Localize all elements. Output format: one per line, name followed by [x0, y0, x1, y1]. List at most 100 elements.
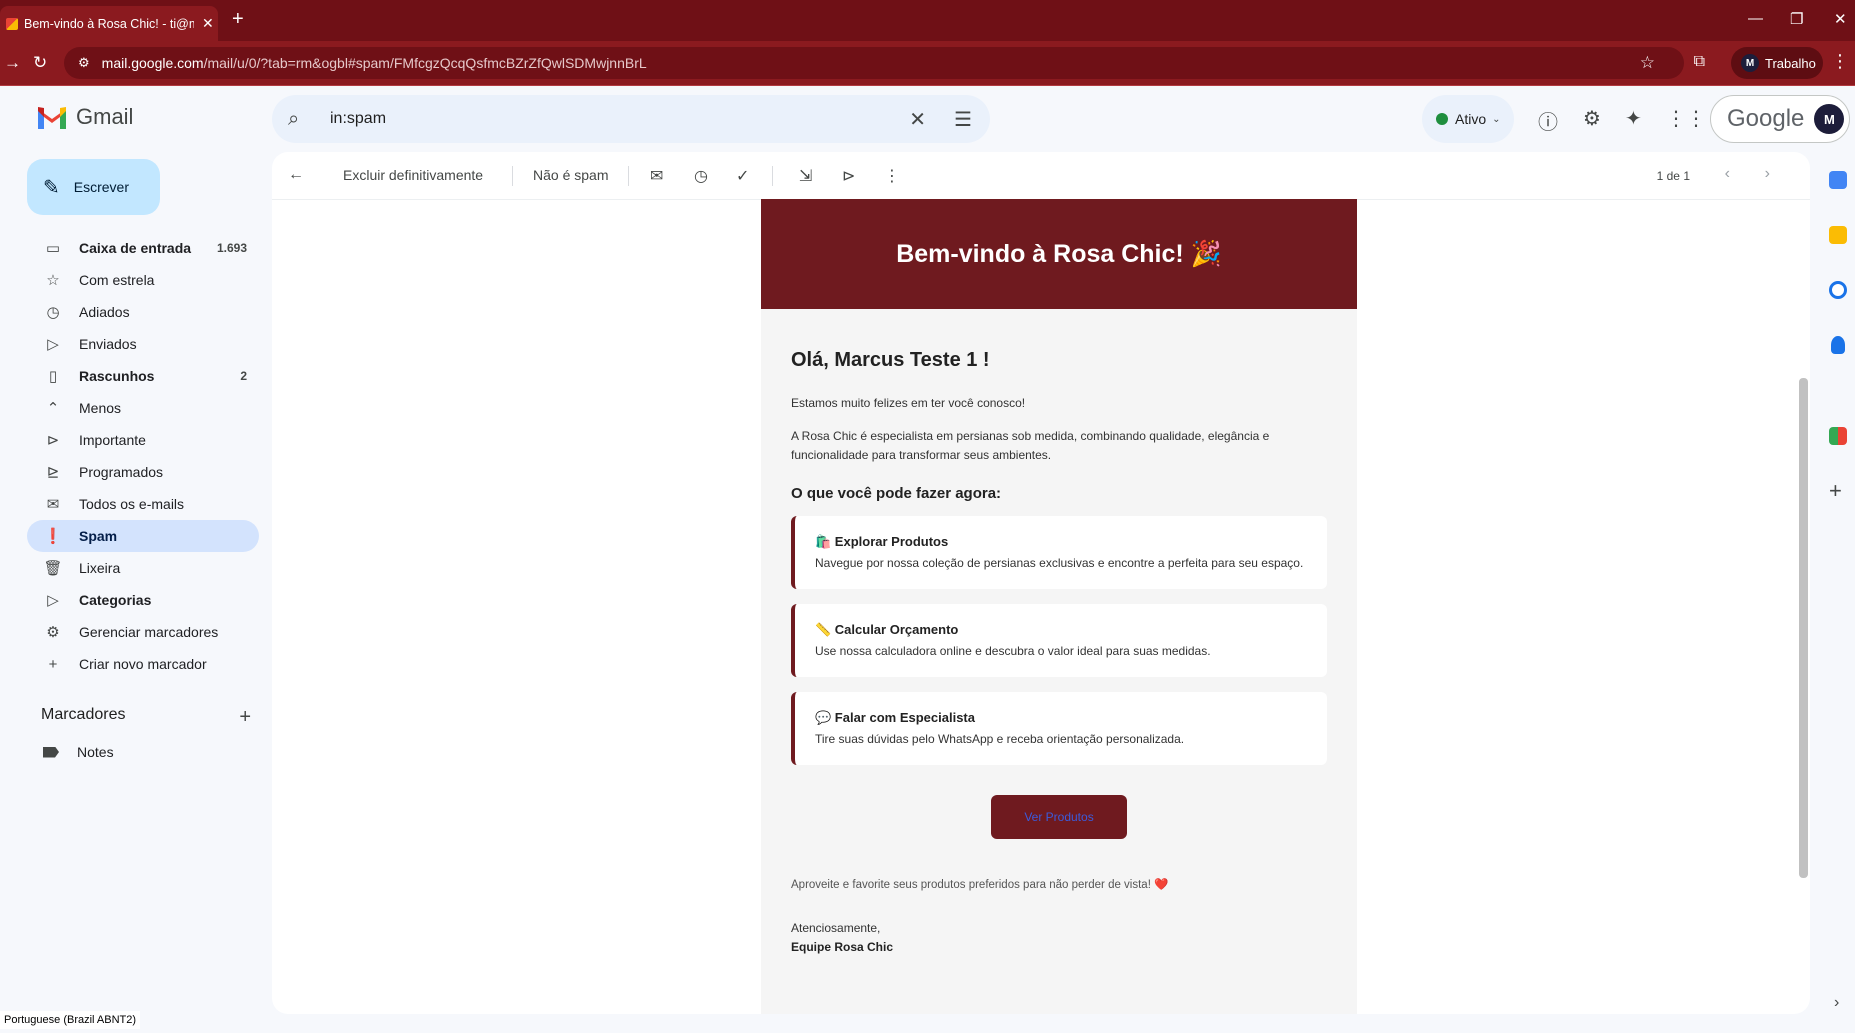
sidebar-item-label: Importante [79, 432, 146, 448]
back-arrow-icon[interactable]: ← [288, 166, 304, 184]
signoff: Atenciosamente, [791, 921, 881, 935]
search-icon[interactable]: ⌕ [288, 108, 312, 131]
email-hero-title: Bem-vindo à Rosa Chic! 🎉 [761, 199, 1357, 309]
sidebar-item-star[interactable]: ☆ Com estrela [27, 264, 259, 296]
bookmark-star-icon[interactable]: ☆ [1640, 53, 1655, 73]
email-about: A Rosa Chic é especialista em persianas … [791, 429, 1270, 462]
label-as-icon[interactable]: ⊳ [842, 166, 855, 186]
sidebar-item-plus[interactable]: + Criar novo marcador [27, 648, 259, 680]
compose-button[interactable]: ✎ Escrever [27, 159, 160, 215]
tab-close-icon[interactable]: ✕ [202, 15, 214, 32]
labels-title: Marcadores [41, 706, 126, 723]
delete-forever-button[interactable]: Excluir definitivamente [343, 167, 483, 183]
url-field[interactable]: ⚙ mail.google.com/mail/u/0/?tab=rm&ogbl#… [64, 47, 1684, 79]
email-intro: Estamos muito felizes em ter você conosc… [791, 396, 1026, 410]
clock-icon: ◷ [46, 304, 60, 321]
sidebar-item-important[interactable]: ⊳ Importante [27, 424, 259, 456]
get-addons-icon[interactable]: + [1829, 478, 1842, 504]
older-chevron-icon[interactable]: › [1765, 165, 1770, 183]
minimize-icon[interactable]: — [1748, 10, 1763, 27]
label-tag-icon [43, 746, 59, 758]
browser-profile-chip[interactable]: M Trabalho [1731, 47, 1823, 79]
feature-card-text: Navegue por nossa coleção de persianas e… [815, 556, 1304, 570]
addon-icon[interactable] [1829, 427, 1847, 445]
label-item-notes[interactable]: Notes [43, 744, 114, 760]
toolbar-divider [772, 166, 773, 186]
inbox-icon: ▭ [45, 240, 61, 257]
sidebar-item-trash[interactable]: 🗑 Lixeira [27, 552, 259, 584]
account-avatar[interactable]: M [1814, 104, 1845, 134]
status-dot-icon [1436, 113, 1448, 125]
scrollbar-thumb[interactable] [1799, 378, 1808, 878]
pager-text: 1 de 1 [1656, 169, 1690, 183]
sidebar-item-send[interactable]: ▷ Enviados [27, 328, 259, 360]
label-name: Notes [77, 744, 114, 760]
gmail-favicon-icon [6, 17, 18, 30]
google-account-badge[interactable]: Google M [1710, 95, 1850, 143]
sidebar-item-inbox[interactable]: ▭ Caixa de entrada 1.693 [27, 232, 259, 264]
important-icon: ⊳ [46, 432, 60, 449]
not-spam-button[interactable]: Não é spam [533, 167, 608, 183]
extensions-icon[interactable]: ⧉ [1694, 53, 1705, 71]
expand-panel-icon[interactable]: › [1834, 994, 1839, 1012]
status-chip[interactable]: Ativo ⌄ [1422, 95, 1514, 143]
more-options-icon[interactable]: ⋮ [884, 166, 900, 186]
sidebar-item-draft[interactable]: ▯ Rascunhos 2 [27, 360, 259, 392]
sidebar-item-label: Lixeira [79, 560, 121, 576]
help-icon[interactable]: ⓘ [1538, 106, 1558, 135]
add-label-icon[interactable]: + [239, 706, 251, 729]
sidebar-item-clock[interactable]: ◷ Adiados [27, 296, 259, 328]
restore-icon[interactable]: ❐ [1790, 10, 1803, 28]
feature-card: 💬 Falar com Especialista Tire suas dúvida… [791, 692, 1327, 765]
main-panel: ← Excluir definitivamente Não é spam ✉ ◷… [272, 152, 1810, 1014]
sidebar-item-chevron-up[interactable]: ⌃ Menos [27, 392, 259, 424]
search-input[interactable]: in:spam [330, 110, 909, 128]
new-tab-icon[interactable]: + [232, 8, 244, 31]
gmail-logo[interactable]: Gmail [36, 104, 133, 130]
email-content: Olá, Marcus Teste 1 ! Estamos muito feli… [761, 309, 1357, 957]
snooze-icon[interactable]: ◷ [694, 166, 708, 186]
gemini-icon[interactable]: ✦ [1625, 106, 1642, 131]
move-to-icon[interactable]: ⇲ [799, 166, 812, 186]
star-icon: ☆ [46, 272, 60, 289]
sidebar-item-label[interactable]: ▷ Categorias [27, 584, 259, 616]
browser-menu-icon[interactable]: ⋮ [1831, 51, 1849, 72]
sidebar-item-spam[interactable]: ❗ Spam [27, 520, 259, 552]
sidebar-item-all-mail[interactable]: ✉ Todos os e-mails [27, 488, 259, 520]
google-wordmark: Google [1727, 105, 1805, 132]
tasks-icon[interactable] [1829, 281, 1847, 299]
sidebar-item-gear[interactable]: ⚙ Gerenciar marcadores [27, 616, 259, 648]
signature-name: Equipe Rosa Chic [791, 940, 894, 954]
address-bar: → ↻ ⚙ mail.google.com/mail/u/0/?tab=rm&o… [0, 41, 1855, 86]
site-info-icon[interactable]: ⚙ [78, 55, 90, 71]
forward-icon[interactable]: → [4, 53, 21, 73]
search-bar[interactable]: ⌕ in:spam ✕ ☰ [272, 95, 990, 143]
profile-label: Trabalho [1765, 55, 1816, 71]
mark-unread-icon[interactable]: ✉ [650, 166, 663, 186]
scheduled-icon: ⊵ [46, 464, 60, 481]
sidebar-item-scheduled[interactable]: ⊵ Programados [27, 456, 259, 488]
contacts-icon[interactable] [1831, 336, 1845, 354]
view-products-button[interactable]: Ver Produtos [991, 795, 1127, 839]
close-window-icon[interactable]: ✕ [1834, 10, 1847, 28]
email-subtitle: O que você pode fazer agora: [791, 485, 1002, 502]
trash-icon: 🗑 [43, 560, 63, 577]
sidebar-item-label: Com estrela [79, 272, 155, 288]
scrollbar[interactable] [1796, 212, 1808, 1002]
clear-search-icon[interactable]: ✕ [909, 107, 926, 132]
search-options-icon[interactable]: ☰ [954, 107, 972, 132]
apps-grid-icon[interactable]: ⋮⋮ [1666, 106, 1706, 131]
keyboard-layout-label: Portuguese (Brazil ABNT2) [4, 1014, 137, 1026]
plus-icon: + [48, 655, 58, 673]
add-task-icon[interactable]: ✓ [736, 166, 749, 186]
keep-icon[interactable] [1829, 226, 1847, 244]
reload-icon[interactable]: ↻ [33, 53, 47, 73]
newer-chevron-icon[interactable]: ‹ [1725, 165, 1730, 183]
browser-tab[interactable]: Bem-vindo à Rosa Chic! - ti@m ✕ [0, 6, 218, 41]
settings-icon[interactable]: ⚙ [1583, 106, 1601, 131]
sidebar-item-label: Categorias [79, 592, 152, 608]
labels-header: Marcadores + [41, 706, 251, 729]
profile-avatar: M [1741, 54, 1759, 72]
sidebar-item-count: 1.693 [216, 241, 247, 255]
calendar-icon[interactable] [1829, 171, 1847, 189]
